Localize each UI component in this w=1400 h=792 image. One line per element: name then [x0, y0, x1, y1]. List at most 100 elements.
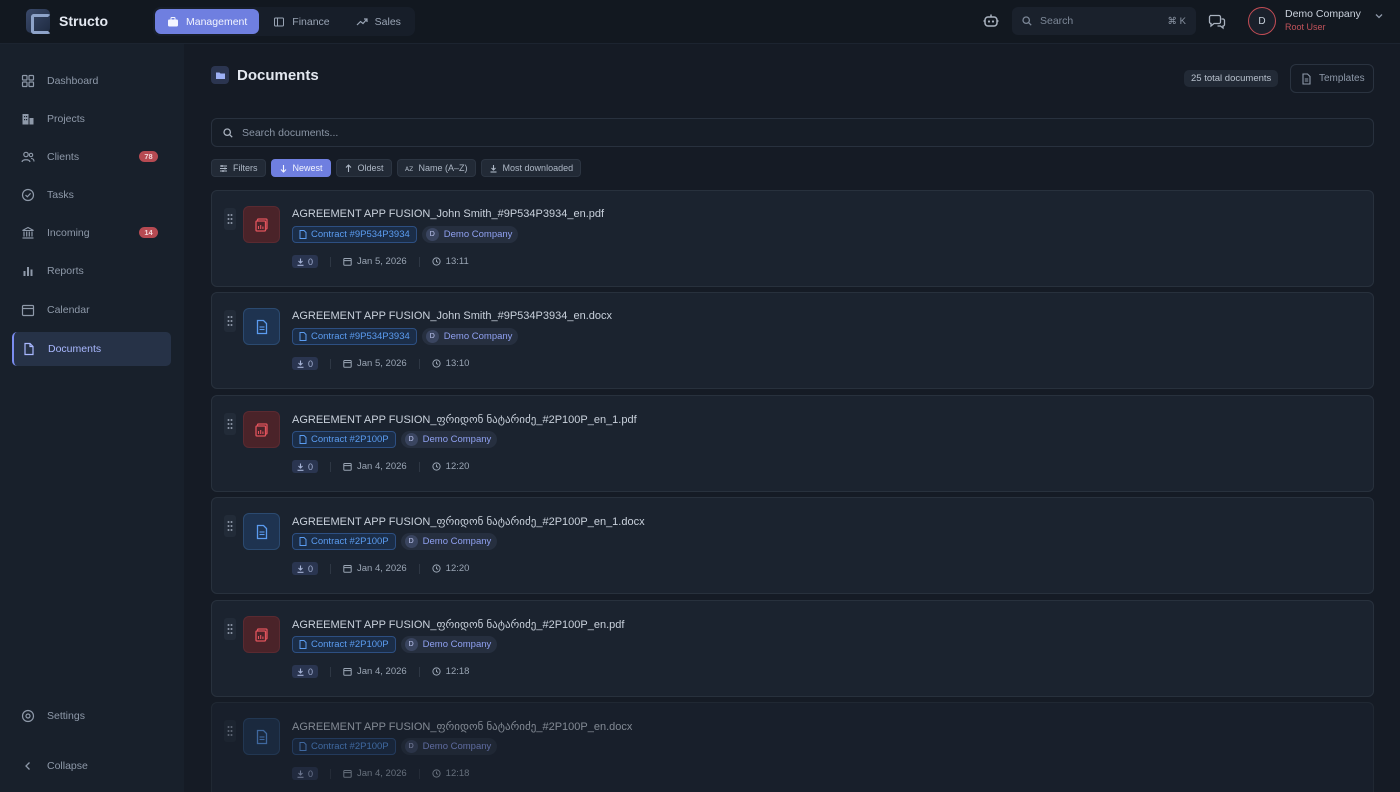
download-count[interactable]: 0	[292, 665, 319, 678]
document-card[interactable]: AGREEMENT APP FUSION_John Smith_#9P534P3…	[211, 292, 1374, 389]
company-tag-label: Demo Company	[422, 434, 492, 445]
download-count[interactable]: 0	[292, 255, 319, 268]
drag-handle[interactable]	[224, 515, 236, 537]
sidebar-item-reports[interactable]: Reports	[12, 254, 171, 288]
document-time: 12:18	[432, 666, 469, 677]
company-tag[interactable]: D Demo Company	[400, 738, 498, 755]
sidebar-item-tasks[interactable]: Tasks	[12, 178, 171, 212]
sort-oldest-button[interactable]: Oldest	[335, 159, 392, 177]
contract-tag[interactable]: Contract #2P100P	[292, 738, 396, 755]
sidebar-item-dashboard[interactable]: Dashboard	[12, 64, 171, 98]
filters-button[interactable]: Filters	[211, 159, 266, 177]
meta-divider	[330, 461, 332, 472]
document-card[interactable]: AGREEMENT APP FUSION_John Smith_#9P534P3…	[211, 190, 1374, 287]
document-card[interactable]: AGREEMENT APP FUSION_ფრიდონ ნატარიძე_#2P…	[211, 600, 1374, 697]
document-name[interactable]: AGREEMENT APP FUSION_ფრიდონ ნატარიძე_#2P…	[292, 618, 624, 631]
document-card[interactable]: AGREEMENT APP FUSION_ფრიდონ ნატარიძე_#2P…	[211, 497, 1374, 594]
document-name[interactable]: AGREEMENT APP FUSION_ფრიდონ ნატარიძე_#2P…	[292, 720, 632, 733]
document-name[interactable]: AGREEMENT APP FUSION_John Smith_#9P534P3…	[292, 310, 612, 322]
document-name[interactable]: AGREEMENT APP FUSION_ფრიდონ ნატარიძე_#2P…	[292, 413, 637, 426]
clock-icon	[432, 462, 441, 471]
calendar-icon	[343, 360, 352, 368]
contract-tag[interactable]: Contract #9P534P3934	[292, 328, 417, 345]
word-file-icon	[256, 524, 267, 539]
user-menu[interactable]: D Demo Company Root User	[1248, 7, 1384, 35]
drag-handle[interactable]	[224, 310, 236, 332]
pdf-file-icon	[254, 217, 268, 232]
company-avatar: D	[404, 535, 418, 548]
sidebar-item-label: Clients	[47, 151, 80, 163]
sidebar-item-incoming[interactable]: Incoming 14	[12, 216, 171, 250]
nav-tab-management[interactable]: Management	[155, 9, 260, 34]
contract-tag[interactable]: Contract #9P534P3934	[292, 226, 417, 243]
document-name[interactable]: AGREEMENT APP FUSION_John Smith_#9P534P3…	[292, 208, 604, 220]
search-icon	[1022, 16, 1032, 26]
finance-icon	[274, 17, 285, 26]
chip-label: Most downloaded	[502, 163, 574, 173]
company-tag[interactable]: D Demo Company	[421, 226, 519, 243]
sort-name-button[interactable]: AZ Name (A–Z)	[396, 159, 476, 177]
document-card[interactable]: AGREEMENT APP FUSION_ფრიდონ ნატარიძე_#2P…	[211, 702, 1374, 792]
global-search[interactable]: Search ⌘ K	[1012, 7, 1196, 35]
nav-tab-sales[interactable]: Sales	[344, 9, 413, 34]
sort-downloads-button[interactable]: Most downloaded	[480, 159, 582, 177]
app-logo[interactable]: Structo	[26, 9, 108, 34]
document-date-value: Jan 4, 2026	[357, 666, 407, 677]
sort-newest-button[interactable]: Newest	[270, 159, 331, 177]
chat-icon[interactable]	[1208, 12, 1226, 30]
company-avatar: D	[404, 740, 418, 753]
download-count[interactable]: 0	[292, 460, 319, 473]
document-time: 13:11	[432, 256, 469, 267]
drag-handle-icon	[227, 419, 233, 429]
company-tag[interactable]: D Demo Company	[400, 431, 498, 448]
download-count[interactable]: 0	[292, 767, 319, 780]
drag-handle[interactable]	[224, 618, 236, 640]
download-icon	[297, 360, 304, 368]
templates-button[interactable]: Templates	[1290, 64, 1374, 93]
company-tag[interactable]: D Demo Company	[400, 636, 498, 653]
page-header: Documents	[211, 66, 319, 84]
contract-tag[interactable]: Contract #2P100P	[292, 636, 396, 653]
download-icon	[297, 668, 304, 676]
sidebar-item-settings[interactable]: Settings	[12, 699, 171, 733]
chip-label: Filters	[233, 163, 258, 173]
download-count[interactable]: 0	[292, 357, 319, 370]
document-name[interactable]: AGREEMENT APP FUSION_ფრიდონ ნატარიძე_#2P…	[292, 515, 645, 528]
sidebar-item-calendar[interactable]: Calendar	[12, 293, 171, 327]
company-tag[interactable]: D Demo Company	[400, 533, 498, 550]
meta-divider	[330, 666, 332, 677]
sidebar-collapse-button[interactable]: Collapse	[12, 749, 171, 783]
drag-handle[interactable]	[224, 413, 236, 435]
meta-divider	[418, 768, 420, 779]
company-tag-label: Demo Company	[443, 331, 513, 342]
document-card[interactable]: AGREEMENT APP FUSION_ფრიდონ ნატარიძე_#2P…	[211, 395, 1374, 492]
download-count[interactable]: 0	[292, 562, 319, 575]
sidebar-item-clients[interactable]: Clients 78	[12, 140, 171, 174]
sidebar-item-projects[interactable]: Projects	[12, 102, 171, 136]
ai-assistant-icon[interactable]	[982, 12, 1000, 30]
word-file-icon	[256, 319, 267, 334]
arrow-down-icon	[280, 164, 286, 173]
nav-tab-finance[interactable]: Finance	[261, 9, 341, 34]
company-tag[interactable]: D Demo Company	[421, 328, 519, 345]
sidebar-item-documents[interactable]: Documents	[12, 332, 171, 366]
drag-handle[interactable]	[224, 208, 236, 230]
users-icon	[21, 151, 35, 163]
document-date: Jan 5, 2026	[343, 358, 407, 369]
contract-tag[interactable]: Contract #2P100P	[292, 533, 396, 550]
documents-search-input[interactable]: Search documents...	[211, 118, 1374, 147]
chip-label: Newest	[292, 163, 323, 173]
file-type-icon	[243, 718, 280, 755]
contract-tag[interactable]: Contract #2P100P	[292, 431, 396, 448]
calendar-icon	[343, 668, 352, 676]
meta-divider	[418, 666, 420, 677]
briefcase-icon	[168, 16, 178, 26]
contract-tag-label: Contract #2P100P	[311, 741, 389, 752]
chip-label: Oldest	[357, 163, 384, 173]
document-icon	[299, 537, 307, 546]
download-icon	[297, 770, 304, 778]
document-time-value: 12:20	[445, 563, 470, 574]
sidebar-item-label: Calendar	[47, 304, 90, 316]
drag-handle[interactable]	[224, 720, 236, 742]
meta-divider	[330, 256, 332, 267]
